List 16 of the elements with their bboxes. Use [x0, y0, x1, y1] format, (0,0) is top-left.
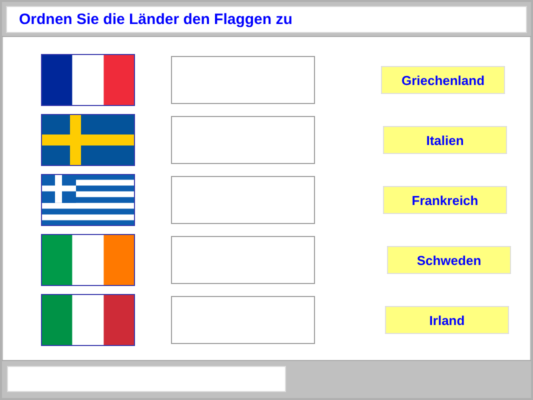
- flag-icon: [41, 294, 135, 346]
- flag-icon: [41, 234, 135, 286]
- country-button[interactable]: Italien: [383, 126, 507, 154]
- country-button[interactable]: Griechenland: [381, 66, 505, 94]
- flag-icon: [41, 174, 135, 226]
- flag-icon: [41, 114, 135, 166]
- drop-box[interactable]: [171, 116, 315, 164]
- drop-box[interactable]: [171, 176, 315, 224]
- country-button[interactable]: Frankreich: [383, 186, 507, 214]
- country-button[interactable]: Schweden: [387, 246, 511, 274]
- drop-box[interactable]: [171, 236, 315, 284]
- page-title: Ordnen Sie die Länder den Flaggen zu: [19, 11, 292, 28]
- flag-icon: [41, 54, 135, 106]
- drop-box[interactable]: [171, 56, 315, 104]
- drop-box[interactable]: [171, 296, 315, 344]
- country-button[interactable]: Irland: [385, 306, 509, 334]
